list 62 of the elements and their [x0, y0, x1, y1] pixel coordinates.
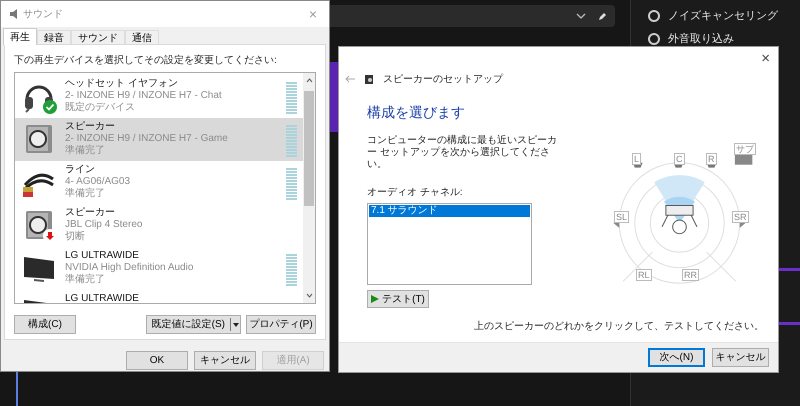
- device-item[interactable]: スピーカー 2- INZONE H9 / INZONE H7 - Game 準備完了: [15, 118, 303, 161]
- window-title: スピーカーのセットアップ: [383, 72, 503, 86]
- tab[interactable]: 通信: [125, 30, 159, 44]
- speaker-label[interactable]: SR: [732, 211, 749, 223]
- speaker-label[interactable]: C: [674, 153, 684, 165]
- speaker-label[interactable]: RR: [682, 269, 699, 281]
- device-name: LG ULTRAWIDE: [65, 293, 140, 303]
- wizard-button[interactable]: キャンセル: [712, 348, 769, 367]
- scrollbar-thumb[interactable]: [304, 91, 314, 206]
- play-icon: [371, 295, 380, 303]
- device-detail: JBL Clip 4 Stereo: [65, 219, 144, 230]
- set-default-split-button[interactable]: 既定値に設定(S): [146, 315, 241, 334]
- speaker-label[interactable]: SL: [614, 211, 630, 223]
- device-detail: 4- AG06/AG03: [65, 176, 132, 188]
- chevron-down-icon: [576, 13, 586, 19]
- dialog-button[interactable]: キャンセル: [194, 351, 256, 370]
- speaker-label[interactable]: RL: [636, 269, 652, 281]
- accent-bar: [778, 322, 800, 325]
- tab[interactable]: 録音: [37, 30, 71, 44]
- caret-icon: [232, 322, 238, 326]
- pencil-icon: [598, 12, 607, 20]
- device-detail: NVIDIA High Definition Audio: [65, 262, 194, 274]
- device-detail: 2- INZONE H9 / INZONE H7 - Chat: [65, 90, 223, 102]
- wizard-button[interactable]: 次へ(N): [648, 348, 705, 367]
- speaker-label[interactable]: R: [706, 153, 716, 165]
- tab[interactable]: 再生: [3, 28, 37, 45]
- device-status: 既定のデバイス: [65, 102, 136, 114]
- instruction-text: 下の再生デバイスを選択してその設定を変更してください:: [14, 55, 278, 67]
- accent-bar: [778, 268, 800, 271]
- scrollbar[interactable]: [303, 73, 315, 303]
- radio-option[interactable]: ノイズキャンセリング: [648, 8, 778, 24]
- channel-item[interactable]: 7.1 サラウンド: [369, 205, 530, 217]
- close-button[interactable]: ×: [761, 49, 770, 67]
- device-name: ヘッドセット イヤフォン: [65, 78, 179, 90]
- accent-bar: [330, 62, 338, 132]
- dialog-button[interactable]: OK: [126, 351, 188, 370]
- tab[interactable]: サウンド: [71, 30, 125, 44]
- scroll-up-icon: [306, 78, 312, 83]
- device-status: 切断: [65, 231, 86, 243]
- speaker-icon: [9, 9, 19, 19]
- window-title: サウンド: [23, 8, 64, 22]
- hint-text: 上のスピーカーのどれかをクリックして、テストしてください。: [474, 320, 764, 334]
- speaker-icon: [365, 74, 373, 84]
- device-status: 準備完了: [65, 274, 106, 286]
- test-button[interactable]: テスト(T): [367, 290, 429, 308]
- device-name: スピーカー: [65, 121, 116, 133]
- device-status: 準備完了: [65, 188, 106, 200]
- properties-button[interactable]: プロパティ(P): [246, 315, 316, 334]
- device-status: 準備完了: [65, 145, 106, 157]
- accent-line: [16, 372, 18, 406]
- channels-label: オーディオ チャネル:: [367, 186, 464, 200]
- back-arrow-icon[interactable]: [345, 75, 355, 83]
- configure-button[interactable]: 構成(C): [14, 315, 76, 334]
- speaker-label[interactable]: L: [632, 153, 642, 165]
- description-text: コンピューターの構成に最も近いスピーカー セットアップを次から選択してください。: [367, 135, 557, 171]
- page-heading: 構成を選びます: [367, 103, 466, 122]
- device-detail: 2- INZONE H9 / INZONE H7 - Game: [65, 133, 229, 144]
- device-name: スピーカー: [65, 207, 116, 219]
- device-name: ライン: [65, 164, 96, 176]
- scroll-down-icon: [306, 293, 312, 298]
- device-name: LG ULTRAWIDE: [65, 250, 140, 262]
- speaker-label[interactable]: サブ: [734, 143, 756, 155]
